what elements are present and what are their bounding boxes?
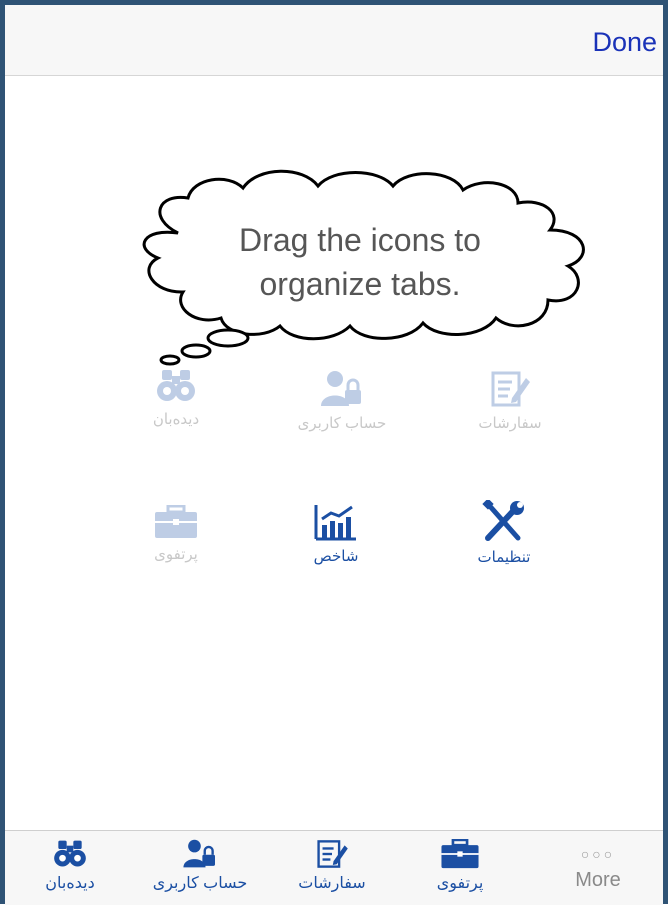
hint-line-1: Drag the icons to [239, 222, 481, 258]
grid-label: سفارشات [478, 415, 542, 432]
grid-item-settings[interactable]: تنظیمات [434, 500, 574, 566]
tab-account[interactable]: حساب کاربری [145, 839, 255, 893]
grid-label: تنظیمات [477, 549, 531, 566]
tab-more[interactable]: ○○○ More [543, 839, 653, 892]
tab-bar: دیده‌بان حساب کاربری سفارشات پرتفوی ○○○ [5, 830, 663, 905]
briefcase-icon [155, 505, 197, 538]
grid-item-portfolio[interactable]: پرتفوی [106, 505, 246, 563]
user-lock-icon [321, 371, 361, 406]
orders-edit-icon [491, 371, 530, 407]
grid-label: حساب کاربری [297, 415, 387, 432]
tab-label: حساب کاربری [152, 875, 248, 892]
index-chart-icon [314, 505, 356, 541]
briefcase-icon [441, 839, 479, 869]
tab-watchlist[interactable]: دیده‌بان [15, 839, 125, 893]
tab-label: More [575, 869, 621, 891]
screen-frame [0, 0, 668, 904]
grid-label: پرتفوی [154, 546, 198, 563]
tab-label: سفارشات [298, 875, 366, 892]
grid-label: دیده‌بان [152, 411, 200, 428]
binoculars-icon [54, 840, 86, 867]
orders-edit-icon [317, 840, 348, 868]
done-button[interactable]: Done [592, 27, 657, 58]
grid-item-orders[interactable]: سفارشات [440, 370, 580, 432]
grid-item-watchlist[interactable]: دیده‌بان [106, 368, 246, 428]
grid-item-account[interactable]: حساب کاربری [272, 370, 412, 432]
user-lock-icon [183, 839, 215, 868]
grid-item-index[interactable]: شاخص [266, 503, 406, 565]
binoculars-icon [157, 370, 195, 401]
navigation-bar: Done [5, 5, 663, 76]
tab-label: دیده‌بان [45, 875, 95, 892]
tab-portfolio[interactable]: پرتفوی [405, 839, 515, 893]
hint-text: Drag the icons to organize tabs. [160, 218, 560, 306]
tab-orders[interactable]: سفارشات [277, 839, 387, 893]
settings-tools-icon [482, 500, 524, 541]
more-dots-icon: ○○○ [580, 846, 616, 862]
grid-label: شاخص [313, 548, 359, 565]
hint-line-2: organize tabs. [259, 266, 461, 302]
tab-label: پرتفوی [436, 875, 484, 892]
